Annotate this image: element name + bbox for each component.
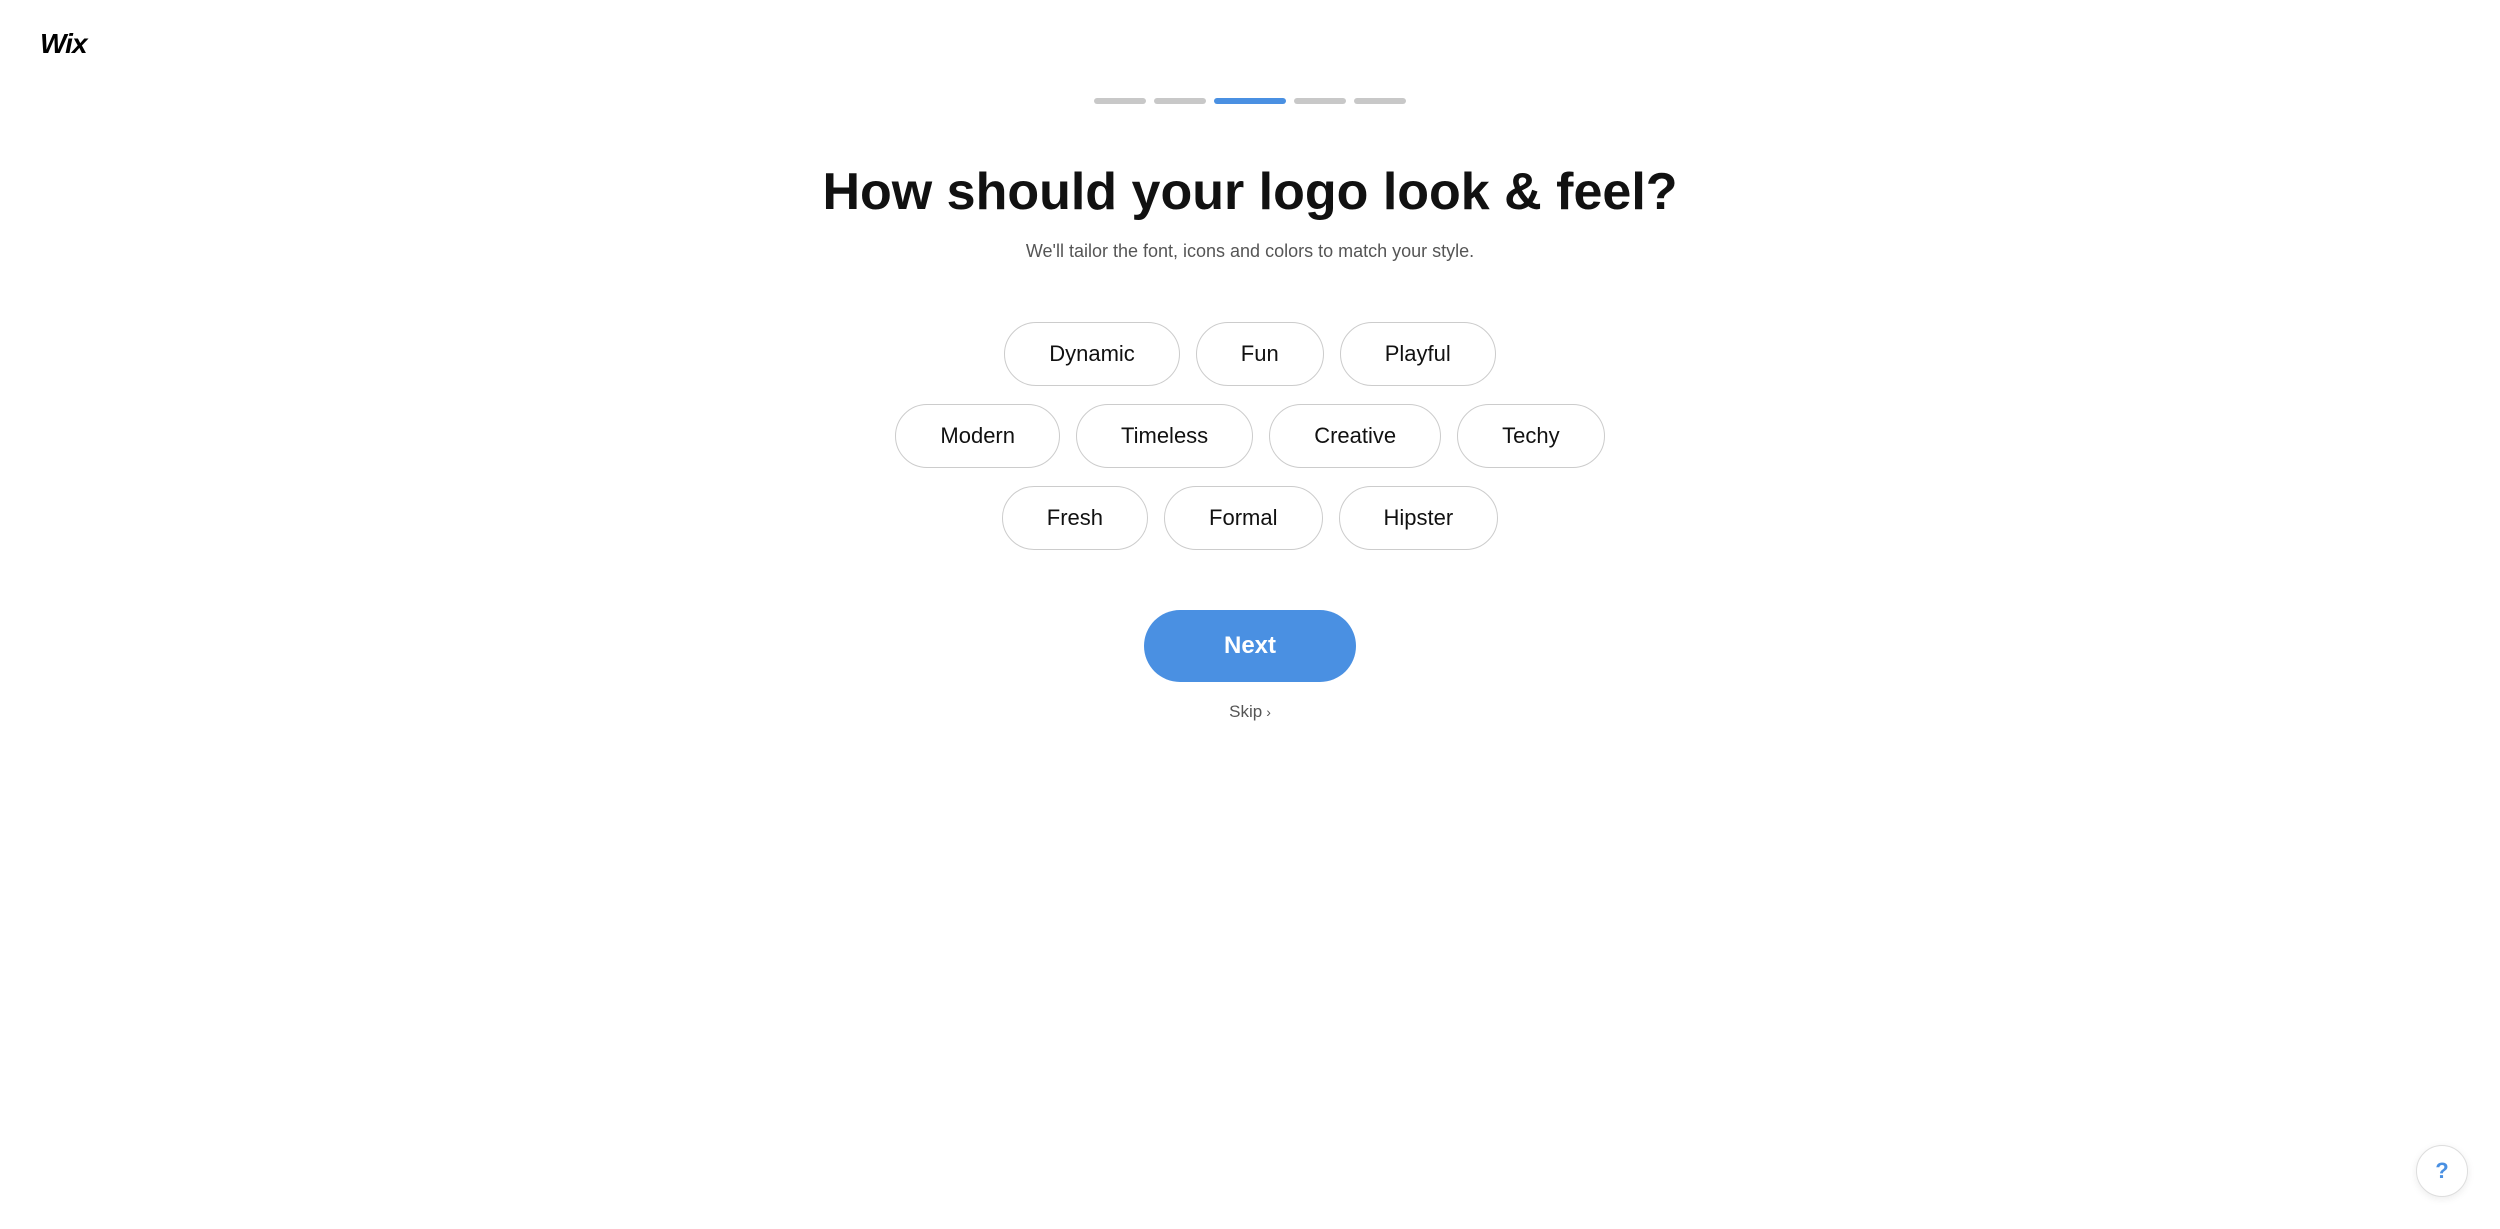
wix-logo: Wix	[40, 28, 87, 60]
style-option-formal[interactable]: Formal	[1164, 486, 1322, 550]
header: Wix	[0, 0, 2500, 88]
page-subtitle: We'll tailor the font, icons and colors …	[1026, 241, 1474, 262]
main-content: How should your logo look & feel? We'll …	[0, 104, 2500, 1229]
question-mark-icon: ?	[2435, 1158, 2448, 1184]
style-options-container: Dynamic Fun Playful Modern Timeless Crea…	[895, 322, 1604, 550]
chevron-right-icon: ›	[1266, 704, 1271, 720]
skip-label: Skip	[1229, 702, 1262, 722]
page-title: How should your logo look & feel?	[822, 164, 1677, 221]
style-option-playful[interactable]: Playful	[1340, 322, 1496, 386]
next-button[interactable]: Next	[1144, 610, 1356, 682]
style-option-techy[interactable]: Techy	[1457, 404, 1604, 468]
style-option-creative[interactable]: Creative	[1269, 404, 1441, 468]
style-options-row-1: Dynamic Fun Playful	[1004, 322, 1496, 386]
skip-link[interactable]: Skip ›	[1229, 702, 1271, 722]
style-option-timeless[interactable]: Timeless	[1076, 404, 1253, 468]
style-option-fresh[interactable]: Fresh	[1002, 486, 1148, 550]
help-button[interactable]: ?	[2416, 1145, 2468, 1197]
style-option-modern[interactable]: Modern	[895, 404, 1060, 468]
style-option-hipster[interactable]: Hipster	[1339, 486, 1499, 550]
page-wrapper: Wix How should your logo look & feel? We…	[0, 0, 2500, 1229]
style-option-fun[interactable]: Fun	[1196, 322, 1324, 386]
style-option-dynamic[interactable]: Dynamic	[1004, 322, 1180, 386]
style-options-row-2: Modern Timeless Creative Techy	[895, 404, 1604, 468]
style-options-row-3: Fresh Formal Hipster	[1002, 486, 1498, 550]
